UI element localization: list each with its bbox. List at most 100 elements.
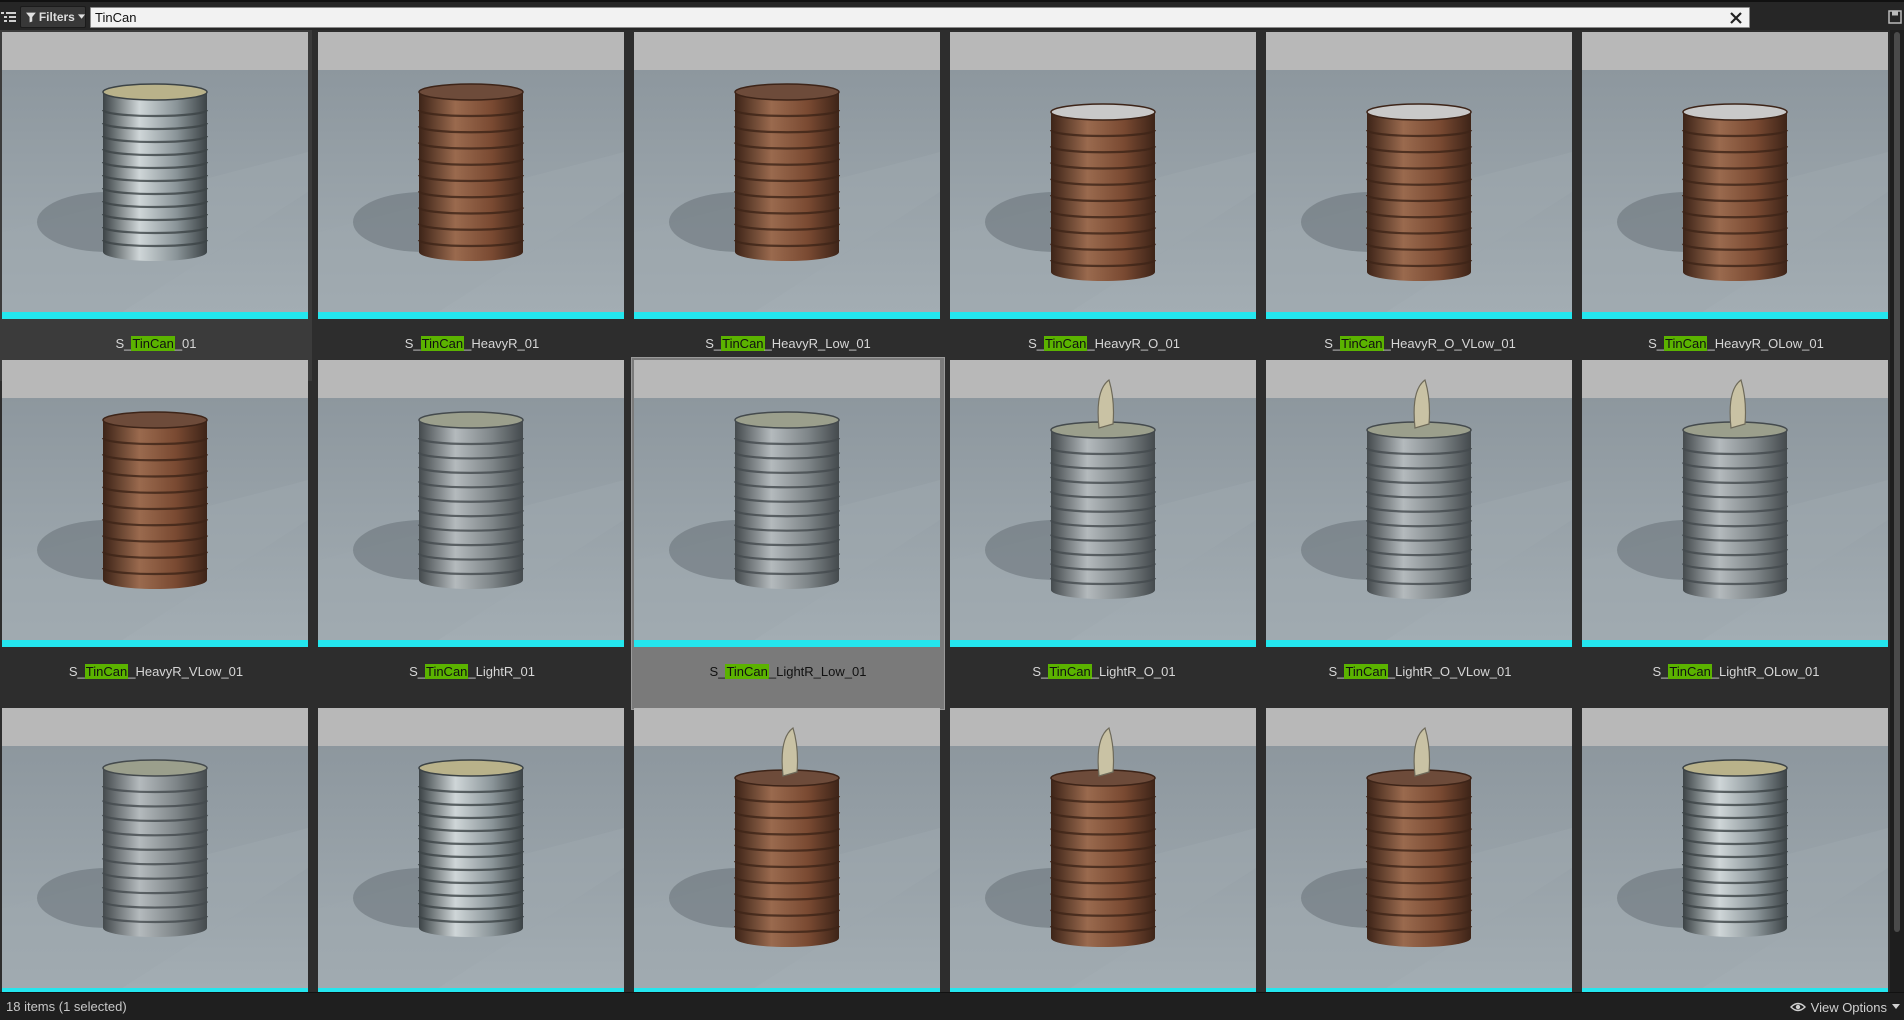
search-match-highlight: TinCan: [420, 335, 465, 351]
asset-type-bar: [2, 640, 308, 647]
asset-tile[interactable]: S_ TinCan _HeavyR_VLow_01: [0, 358, 312, 709]
asset-name-prefix: S_: [705, 335, 722, 351]
asset-type-bar: [634, 640, 940, 647]
asset-name-prefix: S_: [1652, 663, 1669, 679]
asset-tile[interactable]: [1264, 706, 1576, 992]
asset-tile[interactable]: S_ TinCan _HeavyR_Low_01: [632, 30, 944, 381]
asset-name-suffix: _HeavyR_O_01: [1087, 335, 1180, 351]
asset-tile[interactable]: [632, 706, 944, 992]
asset-type-bar: [318, 312, 624, 319]
asset-tile[interactable]: S_ TinCan _LightR_01: [316, 358, 628, 709]
asset-name-suffix: _HeavyR_OLow_01: [1707, 335, 1824, 351]
toolbar: Filters: [0, 0, 1904, 30]
asset-name-prefix: S_: [709, 663, 726, 679]
asset-grid: S_ TinCan _01 S_ TinCan _HeavyR_01 S_ TinCan _He…: [0, 30, 1890, 992]
close-icon[interactable]: [1729, 11, 1743, 25]
asset-name-label: S_ TinCan _LightR_OLow_01: [1580, 647, 1890, 695]
asset-name-prefix: S_: [404, 335, 421, 351]
asset-tile[interactable]: S_ TinCan _LightR_O_01: [948, 358, 1260, 709]
search-match-highlight: TinCan: [1664, 335, 1708, 351]
asset-tile[interactable]: S_ TinCan _LightR_OLow_01: [1580, 358, 1890, 709]
scrollbar-thumb[interactable]: [1894, 32, 1900, 932]
asset-thumbnail: [2, 32, 308, 312]
search-match-highlight: TinCan: [131, 335, 175, 351]
asset-name-suffix: _HeavyR_VLow_01: [128, 663, 244, 679]
filters-label: Filters: [38, 10, 75, 24]
asset-name-suffix: _LightR_01: [468, 663, 535, 679]
asset-thumbnail: [318, 360, 624, 640]
asset-name-prefix: S_: [1032, 663, 1049, 679]
asset-thumbnail: [950, 708, 1256, 988]
asset-thumbnail: [950, 32, 1256, 312]
asset-type-bar: [318, 640, 624, 647]
asset-name-prefix: S_: [1324, 335, 1341, 351]
asset-name-suffix: _HeavyR_Low_01: [764, 335, 871, 351]
asset-thumbnail: [318, 32, 624, 312]
asset-type-bar: [950, 640, 1256, 647]
asset-thumbnail: [1266, 360, 1572, 640]
save-search-icon[interactable]: [1888, 10, 1902, 24]
asset-name-suffix: _LightR_OLow_01: [1711, 663, 1820, 679]
asset-name-prefix: S_: [409, 663, 425, 679]
asset-name-prefix: S_: [68, 663, 85, 679]
asset-thumbnail: [634, 32, 940, 312]
asset-type-bar: [1266, 640, 1572, 647]
asset-tile[interactable]: [1580, 706, 1890, 992]
asset-thumbnail: [950, 360, 1256, 640]
asset-thumbnail: [2, 708, 308, 988]
eye-icon: [1789, 1002, 1806, 1012]
asset-type-bar: [1582, 640, 1888, 647]
asset-type-bar: [950, 312, 1256, 319]
asset-tile[interactable]: S_ TinCan _HeavyR_01: [316, 30, 628, 381]
asset-thumbnail: [1582, 708, 1888, 988]
search-input[interactable]: [95, 9, 1715, 26]
asset-tile[interactable]: S_ TinCan _HeavyR_OLow_01: [1580, 30, 1890, 381]
asset-thumbnail: [2, 360, 308, 640]
vertical-scrollbar[interactable]: [1890, 30, 1904, 992]
asset-thumbnail: [1266, 708, 1572, 988]
asset-tile[interactable]: S_ TinCan _HeavyR_O_VLow_01: [1264, 30, 1576, 381]
asset-type-bar: [1582, 312, 1888, 319]
asset-tile[interactable]: S_ TinCan _LightR_Low_01: [631, 357, 945, 710]
search-match-highlight: TinCan: [1043, 335, 1088, 351]
asset-tile[interactable]: [316, 706, 628, 992]
asset-tile[interactable]: S_ TinCan _LightR_O_VLow_01: [1264, 358, 1576, 709]
asset-name-prefix: S_: [1328, 663, 1345, 679]
asset-type-bar: [1266, 312, 1572, 319]
chevron-down-icon: [77, 14, 85, 19]
asset-thumbnail: [634, 708, 940, 988]
asset-thumbnail: [634, 360, 940, 640]
search-match-highlight: TinCan: [84, 663, 129, 679]
filters-button[interactable]: Filters: [20, 6, 86, 28]
asset-name-suffix: _LightR_O_VLow_01: [1387, 663, 1512, 679]
asset-name-suffix: _HeavyR_O_VLow_01: [1383, 335, 1516, 351]
asset-type-bar: [634, 312, 940, 319]
asset-name-label: S_ TinCan _HeavyR_VLow_01: [0, 647, 312, 695]
view-options-label: View Options: [1810, 999, 1887, 1015]
chevron-down-icon: [1892, 1004, 1900, 1009]
asset-type-bar: [2, 312, 308, 319]
search-match-highlight: TinCan: [721, 335, 765, 351]
asset-name-label: S_ TinCan _LightR_01: [316, 647, 628, 695]
asset-thumbnail: [318, 708, 624, 988]
asset-name-prefix: S_: [115, 335, 132, 351]
asset-name-prefix: S_: [1028, 335, 1044, 351]
search-match-highlight: TinCan: [424, 663, 469, 679]
view-options-button[interactable]: View Options: [1789, 997, 1900, 1017]
asset-tile[interactable]: [0, 706, 312, 992]
search-box: [90, 7, 1750, 28]
asset-thumbnail: [1582, 360, 1888, 640]
asset-name-suffix: _01: [174, 335, 197, 351]
asset-name-label: S_ TinCan _LightR_O_01: [948, 647, 1260, 695]
asset-tile[interactable]: [948, 706, 1260, 992]
asset-name-label: S_ TinCan _LightR_O_VLow_01: [1264, 647, 1576, 695]
funnel-icon: [26, 12, 36, 22]
asset-thumbnail: [1582, 32, 1888, 312]
asset-thumbnail: [1266, 32, 1572, 312]
asset-tile[interactable]: S_ TinCan _01: [0, 30, 312, 381]
search-match-highlight: TinCan: [1668, 663, 1712, 679]
item-count: 18 items (1 selected): [6, 999, 127, 1014]
asset-tile[interactable]: S_ TinCan _HeavyR_O_01: [948, 30, 1260, 381]
sources-panel-toggle-icon[interactable]: [0, 8, 18, 26]
asset-name-suffix: _LightR_O_01: [1091, 663, 1176, 679]
